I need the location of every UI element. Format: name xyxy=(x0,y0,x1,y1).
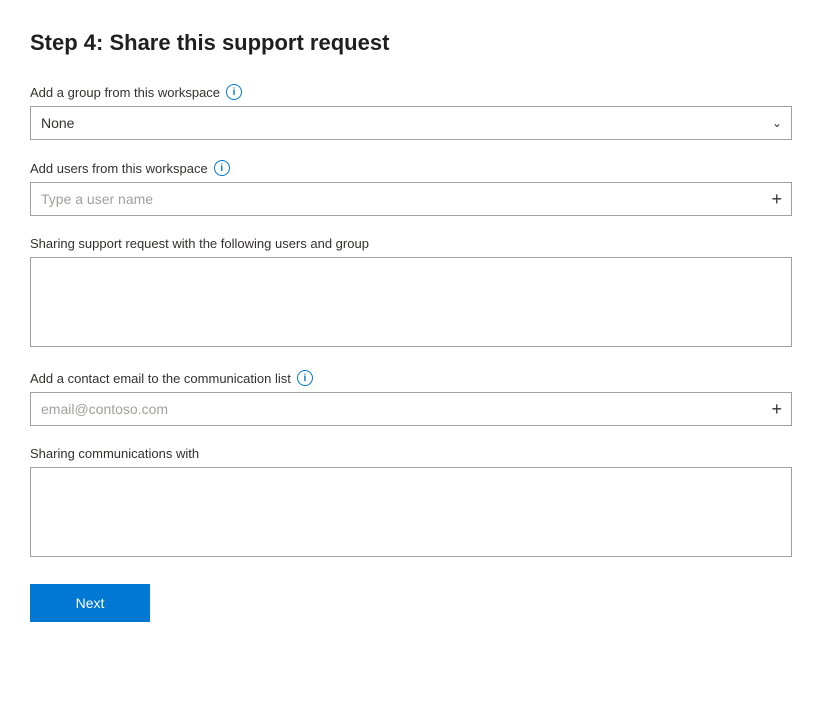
users-label-row: Add users from this workspace i xyxy=(30,160,792,176)
users-label: Add users from this workspace xyxy=(30,161,208,176)
group-select-wrapper: None ⌄ xyxy=(30,106,792,140)
contact-email-input[interactable] xyxy=(30,392,792,426)
contact-email-label-row: Add a contact email to the communication… xyxy=(30,370,792,386)
sharing-users-section: Sharing support request with the followi… xyxy=(30,236,792,350)
sharing-users-box[interactable] xyxy=(30,257,792,347)
add-user-icon[interactable]: + xyxy=(771,190,782,208)
contact-email-section: Add a contact email to the communication… xyxy=(30,370,792,426)
footer: Next xyxy=(30,584,792,622)
users-section: Add users from this workspace i + xyxy=(30,160,792,216)
group-label-row: Add a group from this workspace i xyxy=(30,84,792,100)
add-email-icon[interactable]: + xyxy=(771,400,782,418)
page-title: Step 4: Share this support request xyxy=(30,30,792,56)
users-input-wrapper: + xyxy=(30,182,792,216)
group-select[interactable]: None xyxy=(30,106,792,140)
contact-email-label: Add a contact email to the communication… xyxy=(30,371,291,386)
group-info-icon[interactable]: i xyxy=(226,84,242,100)
sharing-communications-box[interactable] xyxy=(30,467,792,557)
sharing-communications-label: Sharing communications with xyxy=(30,446,792,461)
group-label: Add a group from this workspace xyxy=(30,85,220,100)
next-button[interactable]: Next xyxy=(30,584,150,622)
contact-email-input-wrapper: + xyxy=(30,392,792,426)
group-section: Add a group from this workspace i None ⌄ xyxy=(30,84,792,140)
sharing-communications-section: Sharing communications with xyxy=(30,446,792,560)
users-input[interactable] xyxy=(30,182,792,216)
contact-email-info-icon[interactable]: i xyxy=(297,370,313,386)
users-info-icon[interactable]: i xyxy=(214,160,230,176)
sharing-users-label: Sharing support request with the followi… xyxy=(30,236,792,251)
